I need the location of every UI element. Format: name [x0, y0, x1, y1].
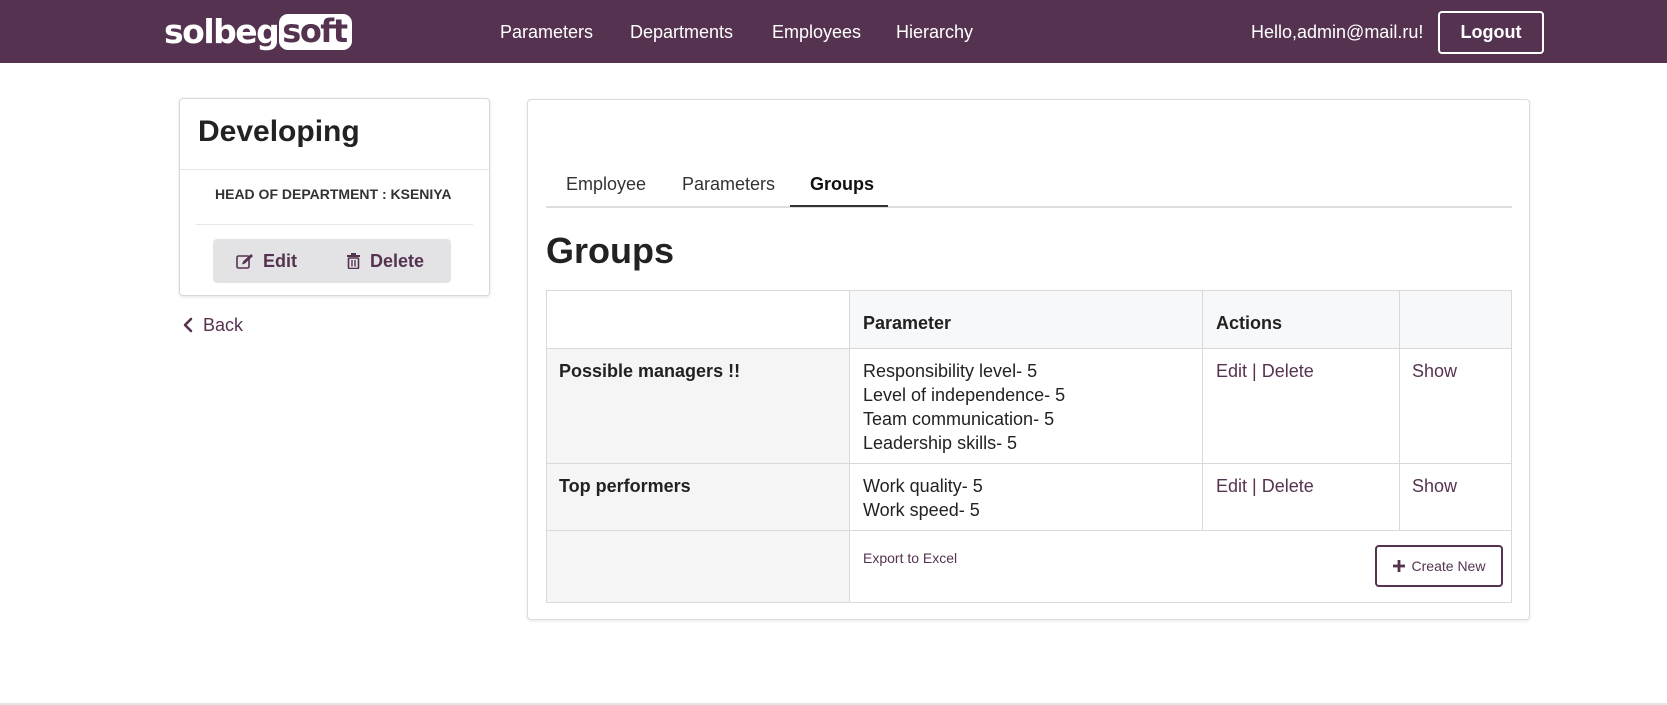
table-header-cell: Actions [1203, 291, 1400, 349]
parameter-item: Level of independence- 5 [863, 385, 1066, 405]
group-parameters-cell: Work quality- 5 Work speed- 5 [850, 464, 1203, 531]
parameter-item: Leadership skills- 5 [863, 433, 1018, 453]
delete-department-button[interactable]: Delete [346, 239, 424, 283]
table-header-cell [547, 291, 850, 349]
edit-group-link[interactable]: Edit [1216, 361, 1247, 381]
column-header-parameter: Parameter [863, 313, 952, 333]
head-of-department: HEAD OF DEPARTMENT : KSENIYA [215, 186, 452, 202]
top-navbar: solbeg soft Parameters Departments Emplo… [0, 0, 1667, 63]
back-label: Back [203, 314, 244, 335]
action-separator: | [1252, 476, 1257, 496]
tab-parameters[interactable]: Parameters [682, 172, 775, 208]
parameter-list: Responsibility level- 5 Level of indepen… [863, 359, 1065, 455]
parameter-item: Work speed- 5 [863, 500, 980, 520]
table-footer-cell [547, 531, 850, 602]
column-header-actions: Actions [1216, 313, 1283, 333]
trash-icon [347, 253, 360, 269]
chevron-left-icon [183, 317, 193, 333]
table-row: Top performers [547, 464, 850, 531]
table-row: Possible managers !! [547, 349, 850, 464]
parameter-list: Work quality- 5 Work speed- 5 [863, 474, 983, 522]
back-link[interactable]: Back [183, 313, 243, 337]
department-title: Developing [198, 115, 360, 148]
delete-label: Delete [370, 250, 425, 271]
plus-icon [1392, 560, 1405, 572]
delete-group-link[interactable]: Delete [1262, 476, 1314, 496]
groups-panel: Employee Parameters Groups Groups Parame… [527, 99, 1530, 620]
logo-text-primary: solbeg [164, 12, 280, 51]
row-actions: Edit | Delete [1216, 359, 1314, 383]
card-divider [180, 169, 489, 170]
delete-group-link[interactable]: Delete [1262, 361, 1314, 381]
groups-table: Parameter Actions Possible managers !! R… [546, 290, 1512, 603]
table-header-cell [1400, 291, 1511, 349]
parameter-item: Responsibility level- 5 [863, 361, 1038, 381]
group-actions-cell: Edit | Delete [1203, 464, 1400, 531]
edit-group-link[interactable]: Edit [1216, 476, 1247, 496]
tab-bar: Employee Parameters Groups [546, 160, 1512, 208]
tab-employee[interactable]: Employee [566, 172, 646, 208]
tab-groups[interactable]: Groups [810, 172, 874, 208]
group-parameters-cell: Responsibility level- 5 Level of indepen… [850, 349, 1203, 464]
action-separator: | [1252, 361, 1257, 381]
edit-icon [236, 254, 253, 269]
nav-link-departments[interactable]: Departments [630, 20, 733, 44]
parameter-item: Team communication- 5 [863, 409, 1055, 429]
nav-link-employees[interactable]: Employees [772, 20, 861, 44]
group-show-cell: Show [1400, 464, 1511, 531]
active-tab-indicator [790, 205, 888, 207]
nav-link-hierarchy[interactable]: Hierarchy [896, 20, 973, 44]
logout-button[interactable]: Logout [1438, 11, 1544, 54]
logo-text-badge: soft [279, 14, 352, 50]
parameter-item: Work quality- 5 [863, 476, 983, 496]
group-actions-cell: Edit | Delete [1203, 349, 1400, 464]
department-card: Developing HEAD OF DEPARTMENT : KSENIYA … [179, 98, 490, 296]
edit-department-button[interactable]: Edit [236, 239, 297, 283]
export-to-excel-link[interactable]: Export to Excel [863, 549, 957, 567]
group-show-cell: Show [1400, 349, 1511, 464]
table-header-cell: Parameter [850, 291, 1203, 349]
nav-link-parameters[interactable]: Parameters [500, 20, 593, 44]
group-name: Possible managers !! [559, 361, 741, 381]
show-group-link[interactable]: Show [1412, 359, 1457, 383]
logo[interactable]: solbeg soft [164, 10, 352, 54]
edit-label: Edit [263, 250, 297, 271]
create-new-label: Create New [1411, 558, 1486, 574]
card-divider [196, 224, 473, 225]
groups-heading: Groups [546, 230, 675, 271]
row-actions: Edit | Delete [1216, 474, 1314, 498]
user-greeting: Hello,admin@mail.ru! [1251, 22, 1424, 42]
show-group-link[interactable]: Show [1412, 474, 1457, 498]
group-name: Top performers [559, 476, 691, 496]
create-new-button[interactable]: Create New [1375, 545, 1503, 587]
department-actions: Edit Delete [213, 239, 451, 283]
